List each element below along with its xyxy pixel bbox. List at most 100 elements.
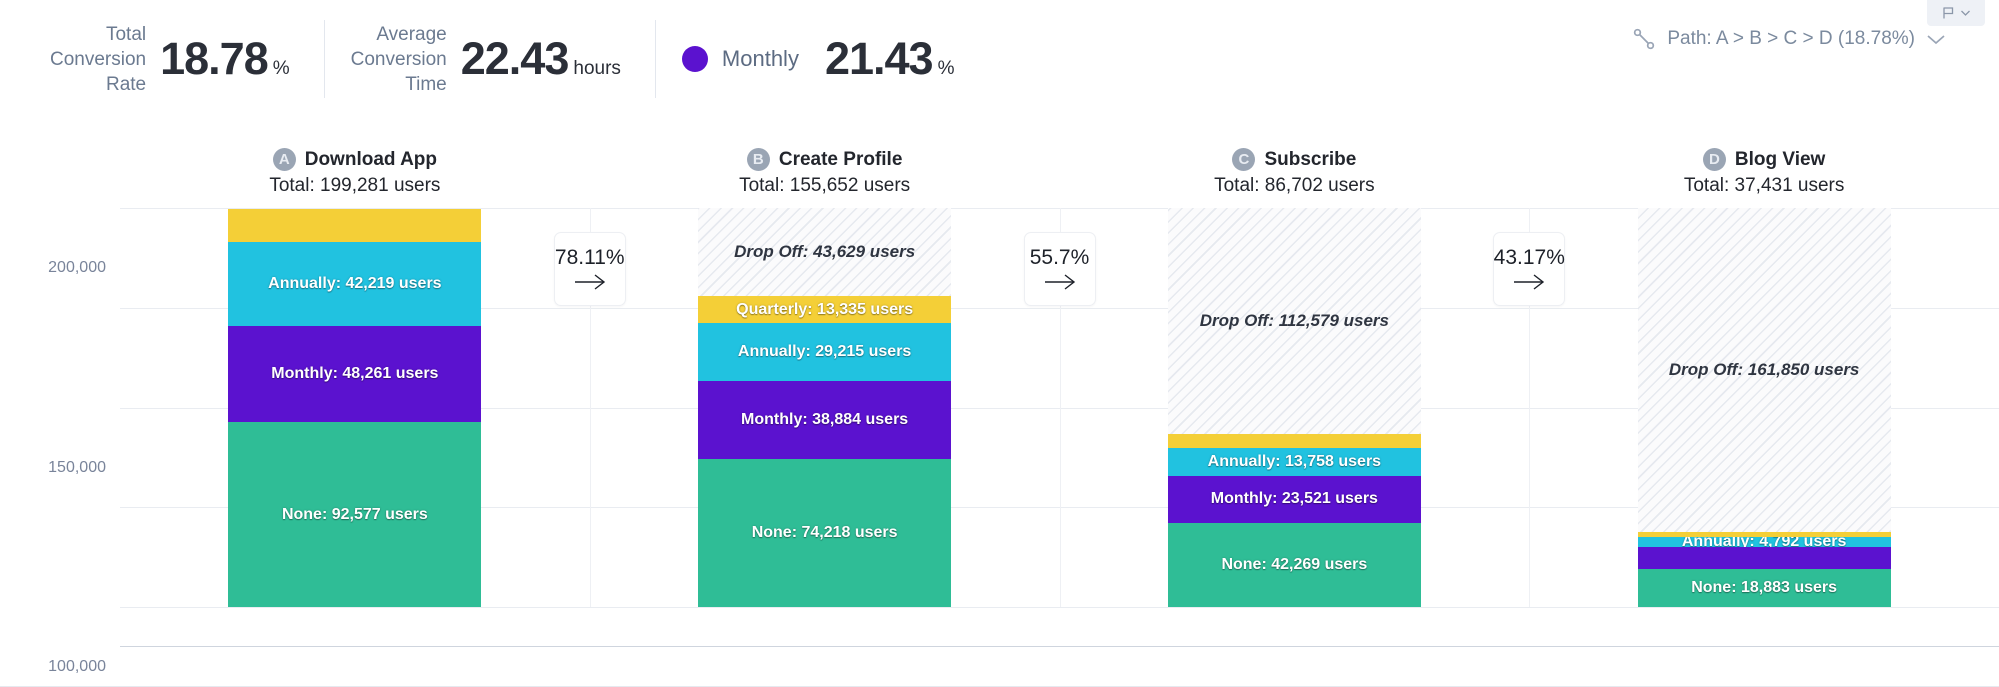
kpi-segment-value: 21.43 (824, 33, 934, 84)
bar-segment-quarterly[interactable]: Quarterly: 13,335 users (698, 296, 952, 324)
conversion-rate-chip-b-to-c[interactable]: 55.7% (1023, 232, 1096, 306)
step-header-b: B Create Profile Total: 155,652 users (675, 148, 975, 197)
segment-color-dot-icon (681, 46, 708, 72)
funnel-bar-a[interactable]: None: 92,577 users Monthly: 48,261 users A… (228, 208, 482, 607)
step-header-d: D Blog View Total: 37,431 users (1614, 148, 1914, 197)
kpi-total-conversion-rate-unit: % (272, 58, 290, 79)
chevron-down-icon (1960, 10, 1970, 16)
bar-segment-none[interactable]: None: 18,883 users (1637, 569, 1891, 607)
flag-icon (1942, 7, 1953, 19)
step-total-label: Total: 37,431 users (1683, 175, 1845, 196)
bar-segment-label: Quarterly: 13,335 users (736, 300, 914, 318)
step-name: Create Profile (778, 148, 903, 170)
bar-segment-label: Annually: 4,792 users (1681, 537, 1847, 547)
kpi-label-line: Total (105, 23, 147, 45)
funnel-bar-d[interactable]: Drop Off: 161,850 users None: 18,883 user… (1637, 208, 1891, 607)
kpi-average-conversion-time-unit: hours (573, 58, 621, 79)
step-badge-icon: C (1232, 148, 1256, 171)
kpi-segment-value-group: 21.43% (825, 33, 955, 85)
bar-segment-none[interactable]: None: 42,269 users (1167, 522, 1421, 607)
step-title: A Download App (205, 148, 505, 171)
path-icon (1634, 28, 1655, 50)
y-axis-tick-label: 200,000 (48, 259, 106, 276)
kpi-average-conversion-time-value-group: 22.43 hours (461, 33, 621, 85)
dropoff-label: Drop Off: 112,579 users (1199, 311, 1390, 330)
step-total-label: Total: 155,652 users (739, 175, 911, 196)
step-header-a: A Download App Total: 199,281 users (205, 148, 505, 197)
bar-segment-none[interactable]: None: 74,218 users (698, 458, 952, 607)
bar-segment-none[interactable]: None: 92,577 users (228, 422, 482, 607)
bar-segment-label: Monthly: 23,521 users (1210, 490, 1378, 508)
kpi-average-conversion-time: Average Conversion Time 22.43 hours (325, 20, 655, 98)
kpi-label-line: Conversion (50, 48, 147, 70)
kpi-total-conversion-rate-value: 18.78 (160, 33, 269, 84)
segment-legend-name: Monthly (721, 46, 799, 71)
x-axis-line (120, 646, 1999, 647)
kpi-total-conversion-rate: Total Conversion Rate 18.78% (24, 20, 324, 98)
kpi-header-bar: Total Conversion Rate 18.78% Average Con… (0, 0, 1999, 118)
path-selector-label: Path: A > B > C > D (18.78%) (1667, 28, 1915, 49)
kpi-average-conversion-time-value: 22.43 (460, 33, 570, 84)
kpi-label-line: Rate (105, 73, 147, 95)
kpi-total-conversion-rate-label: Total Conversion Rate (50, 22, 146, 97)
step-name: Subscribe (1264, 148, 1357, 170)
bar-segment-label: None: 18,883 users (1691, 579, 1838, 597)
bar-segment-label: None: 74,218 users (751, 523, 898, 541)
funnel-bar-c[interactable]: Drop Off: 112,579 users None: 42,269 user… (1167, 208, 1421, 607)
kpi-label-line: Time (405, 73, 447, 95)
conversion-rate-value: 43.17% (1493, 246, 1565, 269)
kpi-segment-unit: % (937, 58, 955, 79)
bar-segment-annually[interactable]: Annually: 4,792 users (1637, 537, 1891, 547)
bar-segment-quarterly[interactable] (228, 209, 482, 242)
bar-segment-annually[interactable]: Annually: 42,219 users (228, 241, 482, 327)
bar-segment-label: None: 42,269 users (1221, 555, 1368, 573)
flag-button[interactable] (1927, 0, 1985, 26)
funnel-plot-area: 050,000100,000150,000200,000ADownload Ap… (48, 148, 1999, 675)
bar-segment-label: None: 92,577 users (281, 505, 428, 523)
dropoff-region[interactable]: Drop Off: 43,629 users (698, 208, 952, 297)
arrow-right-icon (574, 274, 605, 290)
kpi-label-line: Conversion (350, 48, 447, 70)
step-total-label: Total: 199,281 users (269, 175, 441, 196)
kpi-label-line: Average (376, 23, 447, 45)
chevron-down-icon (1927, 35, 1945, 45)
step-badge-icon: D (1702, 148, 1726, 171)
bar-segment-annually[interactable]: Annually: 13,758 users (1167, 448, 1421, 476)
conversion-rate-chip-c-to-d[interactable]: 43.17% (1493, 232, 1566, 306)
step-name: Blog View (1734, 148, 1826, 170)
y-axis-tick-label: 150,000 (48, 458, 106, 476)
dropoff-label: Drop Off: 161,850 users (1668, 360, 1860, 380)
dropoff-region[interactable]: Drop Off: 161,850 users (1637, 208, 1891, 533)
step-total-label: Total: 86,702 users (1214, 175, 1375, 196)
bar-segment-monthly[interactable]: Monthly: 23,521 users (1167, 475, 1421, 523)
bar-segment-label: Monthly: 38,884 users (741, 411, 909, 429)
dropoff-label: Drop Off: 43,629 users (734, 242, 916, 262)
step-header-c: C Subscribe Total: 86,702 users (1144, 148, 1444, 197)
bar-segment-quarterly[interactable] (1637, 532, 1891, 538)
y-axis-tick-label: 100,000 (48, 658, 106, 675)
bar-segment-label: Annually: 29,215 users (737, 343, 912, 361)
bar-segment-label: Monthly: 48,261 users (271, 365, 439, 383)
step-title: D Blog View (1614, 148, 1914, 171)
funnel-bar-b[interactable]: Drop Off: 43,629 users None: 74,218 users… (698, 208, 952, 607)
path-selector[interactable]: Path: A > B > C > D (18.78%) (1631, 26, 1947, 52)
grid-line: 0 (120, 607, 1999, 608)
kpi-total-conversion-rate-value-group: 18.78% (160, 33, 290, 85)
bar-segment-label: Annually: 42,219 users (268, 274, 442, 292)
conversion-rate-value: 55.7% (1029, 246, 1090, 269)
conversion-rate-chip-a-to-b[interactable]: 78.11% (553, 232, 626, 306)
kpi-selected-segment: Monthly 21.43% (656, 20, 989, 98)
bar-segment-monthly[interactable]: Monthly: 48,261 users (228, 326, 482, 423)
bar-segment-annually[interactable]: Annually: 29,215 users (698, 323, 952, 382)
dropoff-region[interactable]: Drop Off: 112,579 users (1167, 208, 1421, 435)
step-name: Download App (304, 148, 438, 170)
bar-segment-quarterly[interactable] (1167, 434, 1421, 449)
step-badge-icon: A (272, 148, 296, 171)
arrow-right-icon (1044, 274, 1075, 290)
arrow-right-icon (1514, 274, 1545, 290)
bar-segment-monthly[interactable] (1637, 546, 1891, 570)
step-title: C Subscribe (1144, 148, 1444, 171)
kpi-average-conversion-time-label: Average Conversion Time (351, 22, 447, 97)
bar-segment-monthly[interactable]: Monthly: 38,884 users (698, 381, 952, 459)
funnel-chart: 050,000100,000150,000200,000ADownload Ap… (0, 118, 1999, 687)
